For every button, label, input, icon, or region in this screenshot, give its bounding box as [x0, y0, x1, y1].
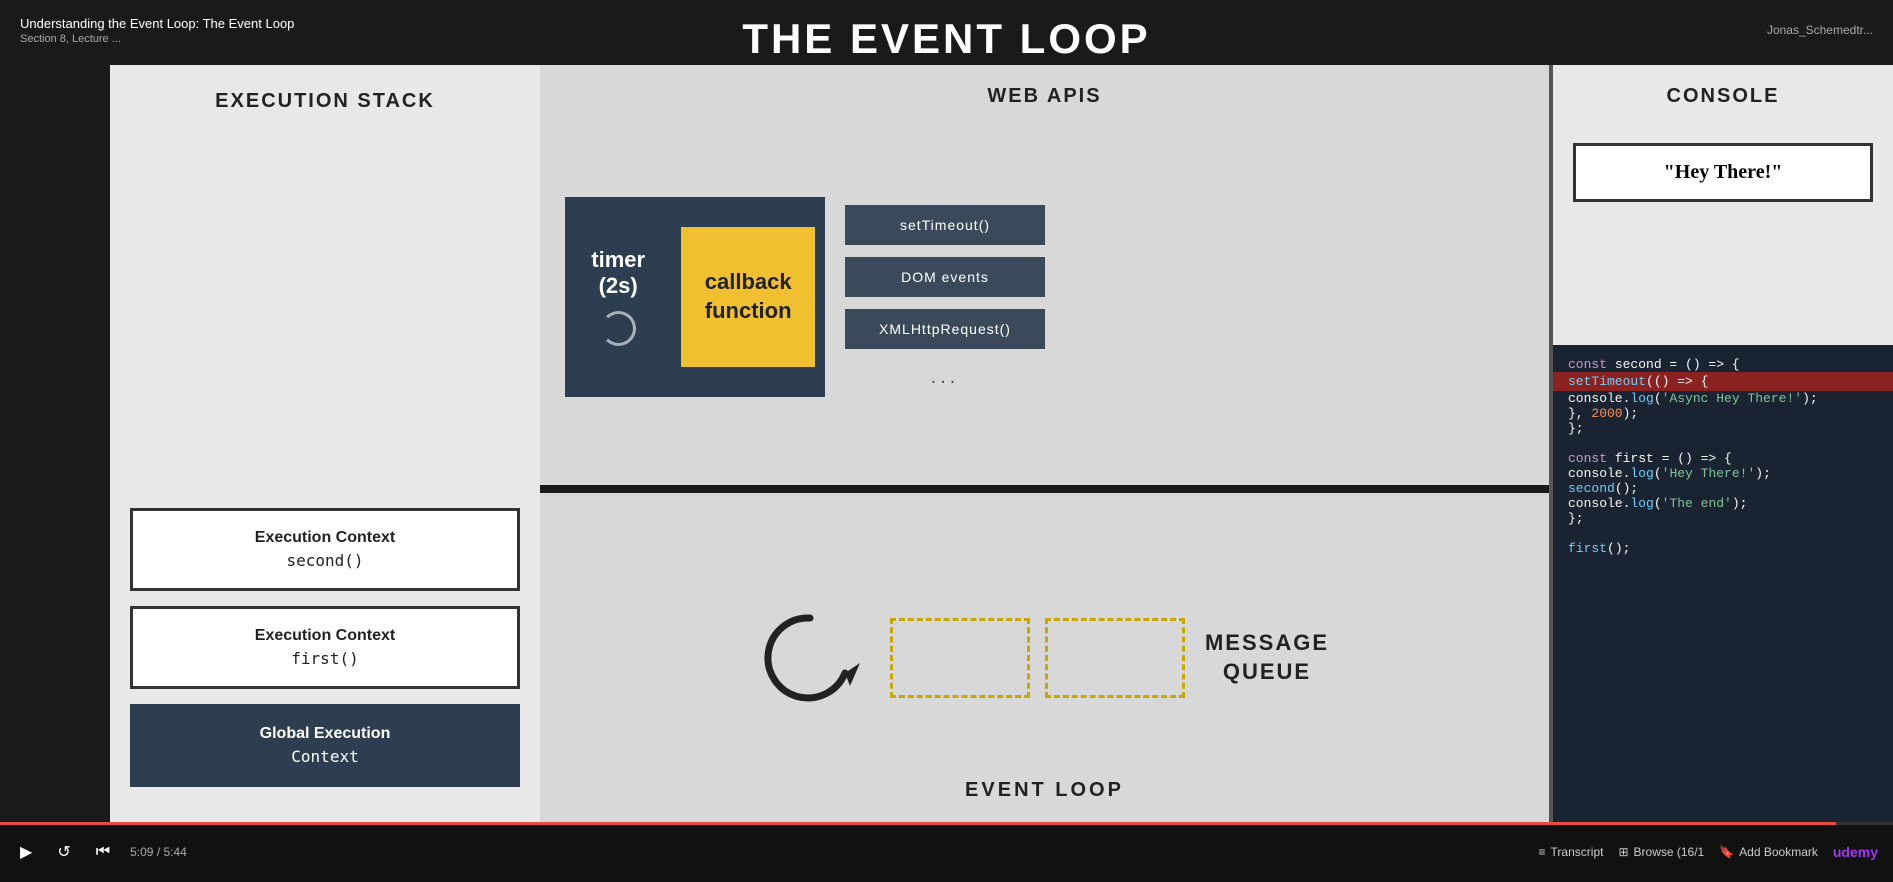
web-apis-inner: timer(2s) callbackfunction setTimeout() … — [565, 128, 1524, 465]
right-panel: CONSOLE "Hey There!" const second = () =… — [1553, 65, 1893, 822]
web-apis-panel: WEB APIS timer(2s) callbackfunction setT… — [540, 65, 1549, 485]
event-loop-arrow-icon — [760, 608, 860, 708]
stack-item-first-title: Execution Context — [148, 627, 502, 645]
callback-text: callbackfunction — [705, 268, 792, 325]
stack-item-second-title: Execution Context — [148, 529, 502, 547]
console-value: "Hey There!" — [1573, 143, 1873, 202]
message-queue-label: MESSAGEQUEUE — [1205, 629, 1329, 686]
web-apis-title: WEB APIS — [565, 85, 1524, 108]
code-line-5: }; — [1568, 421, 1878, 436]
user-display: Jonas_Schemedtr... — [1767, 23, 1873, 37]
page-title: Understanding the Event Loop: The Event … — [20, 16, 294, 31]
code-line-8: second(); — [1568, 481, 1878, 496]
api-btn-xhr: XMLHttpRequest() — [845, 309, 1045, 349]
browse-button[interactable]: ⊞ Browse (16/1 — [1618, 845, 1704, 859]
stack-item-global: Global Execution Context — [130, 704, 520, 787]
code-line-11: first(); — [1568, 541, 1878, 556]
progress-bar-container[interactable] — [0, 822, 1893, 825]
browse-icon: ⊞ — [1618, 845, 1628, 859]
progress-bar-fill — [0, 822, 1836, 825]
callback-box: callbackfunction — [681, 227, 815, 367]
execution-stack-title: EXECUTION STACK — [130, 90, 520, 113]
event-loop-area: MESSAGEQUEUE EVENT LOOP — [540, 493, 1549, 822]
code-panel: const second = () => { setTimeout(() => … — [1553, 345, 1893, 822]
event-loop-label: EVENT LOOP — [965, 779, 1124, 802]
message-queue-boxes — [890, 618, 1185, 698]
stack-item-second-subtitle: second() — [148, 551, 502, 570]
code-line-2-highlight: setTimeout(() => { — [1553, 372, 1893, 391]
bottom-actions: ≡ Transcript ⊞ Browse (16/1 🔖 Add Bookma… — [1539, 844, 1878, 860]
big-title: THE EVENT LOOP — [742, 15, 1150, 63]
stack-item-first: Execution Context first() — [130, 606, 520, 689]
stack-item-global-subtitle: Context — [148, 747, 502, 766]
timer-left: timer(2s) — [565, 232, 671, 361]
code-line-10: }; — [1568, 511, 1878, 526]
code-line-7: console.log('Hey There!'); — [1568, 466, 1878, 481]
queue-box-1 — [890, 618, 1030, 698]
stack-item-global-title: Global Execution — [148, 725, 502, 743]
transcript-icon: ≡ — [1539, 845, 1546, 859]
timer-box: timer(2s) callbackfunction — [565, 197, 825, 397]
stack-item-second: Execution Context second() — [130, 508, 520, 591]
play-button[interactable]: ▶ — [15, 837, 37, 867]
api-btn-dom: DOM events — [845, 257, 1045, 297]
main-content: EXECUTION STACK Execution Context second… — [110, 65, 1893, 822]
udemy-logo: udemy — [1833, 844, 1878, 860]
transcript-button[interactable]: ≡ Transcript — [1539, 845, 1604, 859]
web-api-buttons: setTimeout() DOM events XMLHttpRequest()… — [845, 205, 1045, 389]
api-btn-settimeout: setTimeout() — [845, 205, 1045, 245]
code-line-6: const first = () => { — [1568, 451, 1878, 466]
code-line-blank2 — [1568, 526, 1878, 541]
stack-items: Execution Context second() Execution Con… — [130, 133, 520, 797]
console-title: CONSOLE — [1573, 85, 1873, 108]
time-display: 5:09 / 5:44 — [130, 845, 187, 859]
bookmark-icon: 🔖 — [1719, 845, 1734, 859]
bottom-bar: ▶ ↺ ⏮ 5:09 / 5:44 ≡ Transcript ⊞ Browse … — [0, 822, 1893, 882]
page-subtitle: Section 8, Lecture ... — [20, 33, 294, 45]
skip-back-button[interactable]: ⏮ — [91, 838, 115, 866]
timer-text: timer(2s) — [591, 247, 645, 299]
api-dots: ... — [845, 366, 1045, 389]
console-section: CONSOLE "Hey There!" — [1553, 65, 1893, 345]
code-line-3: console.log('Async Hey There!'); — [1568, 391, 1878, 406]
code-line-9: console.log('The end'); — [1568, 496, 1878, 511]
bookmark-button[interactable]: 🔖 Add Bookmark — [1719, 845, 1818, 859]
code-line-blank1 — [1568, 436, 1878, 451]
code-line-1: const second = () => { — [1568, 357, 1878, 372]
queue-box-2 — [1045, 618, 1185, 698]
middle-section: WEB APIS timer(2s) callbackfunction setT… — [540, 65, 1549, 822]
stack-item-first-subtitle: first() — [148, 649, 502, 668]
replay-button[interactable]: ↺ — [52, 837, 75, 867]
timer-loading-icon — [601, 311, 636, 346]
execution-stack-panel: EXECUTION STACK Execution Context second… — [110, 65, 540, 822]
code-line-4: }, 2000); — [1568, 406, 1878, 421]
